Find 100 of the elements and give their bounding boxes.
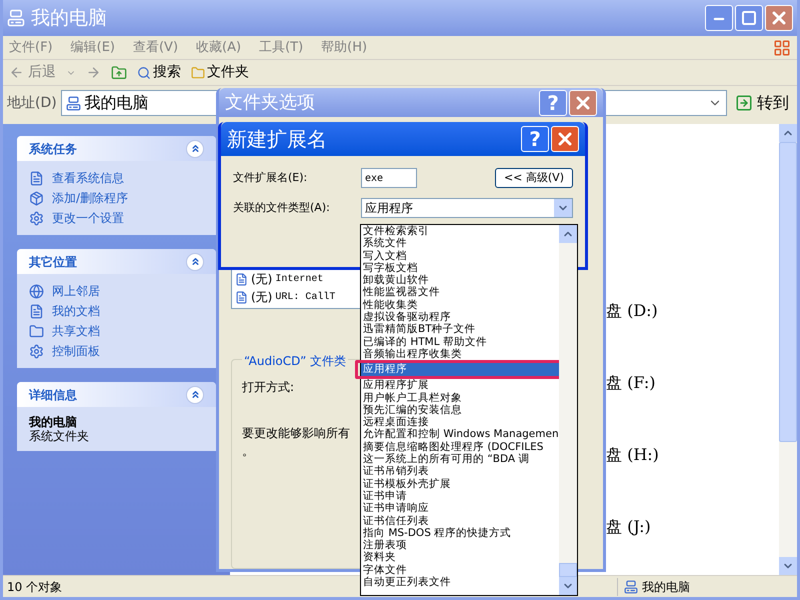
collapse-button[interactable] (186, 252, 204, 270)
folder-up-icon[interactable] (111, 64, 127, 80)
go-button[interactable]: 转到 (731, 91, 793, 115)
dropdown-option[interactable]: 字体文件 (361, 564, 559, 576)
dropdown-option[interactable]: 资料夹 (361, 551, 559, 564)
dropdown-option[interactable]: 迅雷精简版BT种子文件 (361, 323, 559, 336)
dropdown-option[interactable]: 系统文件 (361, 237, 559, 250)
pane-header[interactable]: 详细信息 (17, 382, 216, 407)
dropdown-option[interactable]: 这一系统上的所有可用的 “BDA 调 (361, 453, 559, 466)
dropdown-option[interactable]: 摘要信息缩略图处理程序 (DOCFILES (361, 440, 559, 454)
task-icon (29, 210, 44, 226)
task-icon (29, 190, 44, 206)
drive-label[interactable]: 盘 (J:) (606, 515, 779, 539)
scroll-down-button[interactable] (779, 557, 797, 575)
chevron-up-icon (190, 143, 200, 154)
help-button[interactable]: ? (521, 126, 549, 152)
dropdown-option[interactable]: 证书吊销列表 (361, 465, 559, 478)
dropdown-option[interactable]: 文件检索索引 (361, 225, 559, 238)
task-link[interactable]: 查看系统信息 (52, 169, 124, 187)
close-button[interactable] (551, 126, 579, 152)
dropdown-option[interactable]: 自动更正列表文件 (361, 576, 559, 588)
note-text: 。 (242, 443, 254, 460)
scroll-up-button[interactable] (779, 124, 797, 142)
file-type-icon (235, 272, 248, 286)
dropdown-option[interactable]: 用户帐户工具栏对象 (361, 392, 559, 404)
maximize-icon (741, 10, 757, 26)
dropdown-option[interactable]: 应用程序 (361, 363, 559, 376)
task-link[interactable]: 控制面板 (52, 342, 100, 360)
dropdown-option[interactable]: 允许配置和控制 Windows Managemen (361, 428, 559, 441)
minimize-button[interactable] (705, 5, 733, 31)
dropdown-option[interactable]: 证书信任列表 (361, 514, 559, 527)
dropdown-option[interactable]: 写入文档 (361, 250, 559, 262)
dialog-title: 文件夹选项 (225, 91, 316, 115)
dropdown-option[interactable]: 指向 MS-DOS 程序的快捷方式 (361, 526, 559, 540)
dropdown-option[interactable]: 预先汇编的安装信息 (361, 404, 559, 416)
scroll-thumb[interactable] (559, 563, 577, 577)
pane-title: 系统任务 (29, 140, 77, 158)
dropdown-option[interactable]: 注册表项 (361, 539, 559, 552)
dropdown-option[interactable]: 证书模板外壳扩展 (361, 478, 559, 490)
scrollbar[interactable] (779, 124, 797, 575)
select-value: 应用程序 (365, 200, 414, 217)
advanced-button[interactable]: << 高级(V) (494, 168, 573, 188)
scroll-up-button[interactable] (559, 225, 577, 243)
maximize-button[interactable] (735, 5, 763, 31)
task-icon (29, 344, 44, 358)
dropdown-option[interactable]: 性能收集类 (361, 298, 559, 312)
file-type-cell-text: URL: CallT (275, 290, 336, 304)
task-link[interactable]: 我的文档 (52, 302, 100, 320)
pane-header[interactable]: 系统任务 (17, 136, 216, 161)
computer-icon (624, 580, 638, 594)
dropdown-option[interactable]: 证书申请响应 (361, 502, 559, 515)
task-link[interactable]: 更改一个设置 (52, 209, 124, 227)
extension-cell-text: (无) (251, 289, 272, 306)
extension-cell-text: (无) (251, 271, 272, 288)
address-label: 地址(D) (7, 94, 57, 112)
extension-input[interactable]: exe (361, 168, 417, 188)
chevron-up-icon (190, 389, 200, 400)
drive-label[interactable]: 盘 (F:) (606, 371, 779, 395)
scroll-thumb[interactable] (779, 142, 797, 442)
close-button[interactable] (765, 5, 793, 31)
pane-header[interactable]: 其它位置 (17, 249, 216, 274)
dropdown-option[interactable]: 写字板文档 (361, 262, 559, 274)
scrollbar[interactable] (559, 225, 577, 595)
task-link[interactable]: 网上邻居 (52, 282, 100, 300)
forward-arrow-icon[interactable] (86, 65, 101, 80)
drive-label[interactable]: 盘 (D:) (606, 299, 779, 323)
computer-icon (66, 96, 81, 110)
opens-with-label: 打开方式: (242, 379, 294, 396)
dropdown-option[interactable]: 应用程序扩展 (361, 379, 559, 392)
file-type-icon (235, 290, 248, 304)
pane-title: 详细信息 (29, 386, 77, 404)
file-type-label: 关联的文件类型(A): (233, 200, 331, 216)
dropdown-option[interactable]: 虚拟设备驱动程序 (361, 311, 559, 324)
task-icon (29, 324, 44, 338)
search-button[interactable]: 搜索 (137, 62, 181, 83)
task-icon (29, 304, 44, 318)
dropdown-option[interactable]: 远程桌面连接 (361, 416, 559, 428)
dropdown-option[interactable]: 已编译的 HTML 帮助文件 (361, 336, 559, 348)
details-type: 系统文件夹 (29, 429, 90, 443)
folder-icon (191, 66, 205, 80)
dropdown-option[interactable]: 卸载黄山软件 (361, 274, 559, 286)
details-name: 我的电脑 (29, 415, 78, 429)
dialog-title: 新建扩展名 (227, 126, 328, 153)
select-arrow-button[interactable] (554, 199, 572, 217)
dropdown-option[interactable]: 证书申请 (361, 490, 559, 502)
drive-label[interactable]: 盘 (H:) (606, 443, 779, 467)
collapse-button[interactable] (186, 140, 204, 158)
folders-button[interactable]: 文件夹 (191, 62, 249, 83)
dropdown-option[interactable]: 性能监视器文件 (361, 286, 559, 299)
dropdown-option[interactable]: 音频输出程序收集类 (361, 348, 559, 360)
task-link[interactable]: 共享文档 (52, 322, 100, 340)
chevron-up-icon (190, 256, 200, 267)
scroll-down-button[interactable] (559, 577, 577, 595)
close-button[interactable] (569, 90, 597, 116)
window-title: 我的电脑 (31, 6, 108, 31)
task-link[interactable]: 添加/删除程序 (52, 189, 128, 207)
file-type-select[interactable]: 应用程序 (361, 198, 573, 218)
collapse-button[interactable] (186, 386, 204, 404)
address-value: 我的电脑 (84, 92, 149, 114)
file-type-cell-text: Internet (275, 272, 324, 286)
